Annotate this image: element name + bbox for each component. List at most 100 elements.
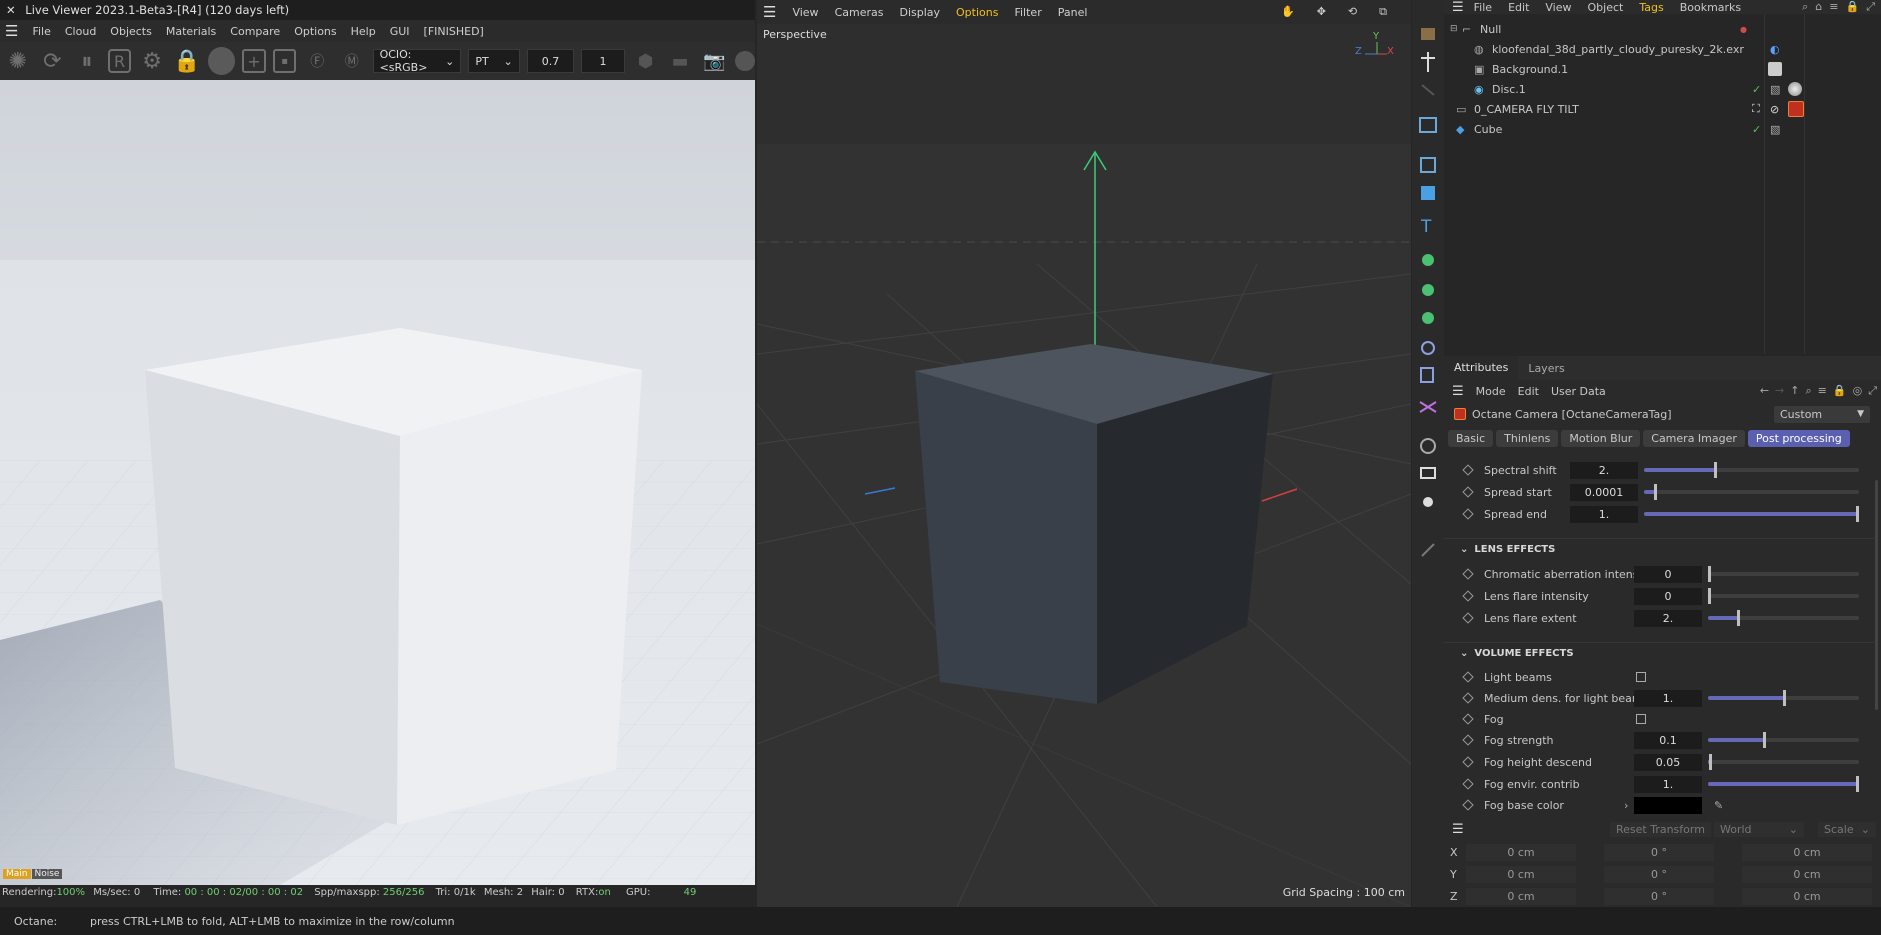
value-field-1[interactable]: 0.7 (526, 49, 575, 73)
octane-camera-tag-icon[interactable] (1788, 101, 1804, 117)
lock-icon[interactable]: 🔒 (173, 47, 201, 75)
enabled-check-icon[interactable]: ✓ (1752, 123, 1761, 136)
restart-icon[interactable]: ⟳ (39, 47, 67, 75)
om-menu-view[interactable]: View (1545, 1, 1571, 14)
slider-knob[interactable] (1737, 610, 1741, 626)
maximize-view-icon[interactable]: ⧉ (1379, 5, 1387, 19)
om-menu-file[interactable]: File (1474, 1, 1492, 14)
tab-attributes[interactable]: Attributes (1444, 356, 1519, 380)
enabled-check-icon[interactable]: ✓ (1752, 83, 1761, 96)
param-slider[interactable] (1708, 754, 1859, 770)
param-value-field[interactable]: 1. (1634, 775, 1702, 793)
object-row-sky[interactable]: ◍ kloofendal_38d_partly_cloudy_puresky_2… (1444, 39, 1881, 59)
tab-layers[interactable]: Layers (1518, 362, 1574, 375)
subtab-thinlens[interactable]: Thinlens (1496, 430, 1559, 447)
subtab-basic[interactable]: Basic (1448, 430, 1494, 447)
target-tag-icon[interactable]: ⛶ (1752, 102, 1760, 116)
generator-icon[interactable] (1422, 254, 1434, 266)
camera-object-icon[interactable] (1420, 467, 1436, 479)
slider-knob[interactable] (1713, 462, 1717, 478)
keyframe-icon[interactable] (1462, 590, 1474, 602)
model-mode-icon[interactable] (1421, 28, 1435, 40)
object-row-disc[interactable]: ◉ Disc.1 ✓ ▧ (1444, 79, 1881, 99)
keyframe-icon[interactable] (1462, 508, 1474, 520)
rotation-field[interactable]: 0 ° (1604, 844, 1714, 861)
object-row-camera[interactable]: ▭ 0_CAMERA FLY TILT ⛶ ⊘ (1444, 99, 1881, 119)
forward-arrow-icon[interactable]: → (1775, 384, 1784, 398)
hamburger-icon[interactable]: ☰ (1452, 0, 1464, 15)
tab-noise[interactable]: Noise (31, 869, 63, 879)
search-icon[interactable]: ⌕ (1805, 384, 1811, 398)
paint-icon[interactable] (1421, 543, 1435, 557)
object-row-background[interactable]: ▣ Background.1 (1444, 59, 1881, 79)
color-swatch[interactable] (1634, 796, 1702, 814)
scale-field[interactable]: 0 cm (1742, 844, 1872, 861)
value-field-2[interactable]: 1 (581, 49, 625, 73)
keyframe-icon[interactable] (1462, 713, 1474, 725)
slider-knob[interactable] (1782, 690, 1786, 706)
sphere-icon[interactable] (735, 51, 756, 71)
om-menu-edit[interactable]: Edit (1508, 1, 1529, 14)
eyedropper-icon[interactable]: ✎ (1714, 799, 1723, 812)
collapse-icon[interactable]: ⊟ (1450, 24, 1462, 34)
back-arrow-icon[interactable]: ← (1760, 384, 1769, 398)
camera-view-icon[interactable] (1419, 117, 1437, 133)
section-lens-effects[interactable]: ⌄ LENS EFFECTS (1444, 538, 1874, 560)
hexagon-icon[interactable]: ⬢ (632, 47, 660, 75)
field-icon[interactable] (1421, 341, 1435, 355)
region-render-icon[interactable]: R (107, 49, 132, 73)
scene-icon[interactable] (1420, 367, 1434, 383)
param-value-field[interactable]: 0 (1634, 565, 1702, 583)
material-picker-icon[interactable]: Ⓜ (338, 47, 366, 75)
cube-icon[interactable] (1421, 186, 1435, 200)
filter-icon[interactable]: ≡ (1829, 0, 1838, 14)
menu-gui[interactable]: GUI (390, 25, 410, 38)
film-region-icon[interactable]: ▪ (272, 49, 297, 73)
slider-knob[interactable] (1762, 732, 1766, 748)
param-slider[interactable] (1708, 732, 1859, 748)
menu-options[interactable]: Options (294, 25, 336, 38)
param-slider[interactable] (1644, 484, 1859, 500)
reset-transform-button[interactable]: Reset Transform (1610, 821, 1711, 837)
keyframe-icon[interactable] (1462, 756, 1474, 768)
position-field[interactable]: 0 cm (1466, 844, 1576, 861)
menu-objects[interactable]: Objects (110, 25, 152, 38)
subtab-motion-blur[interactable]: Motion Blur (1561, 430, 1641, 447)
home-icon[interactable]: ⌂ (1815, 0, 1822, 14)
keyframe-icon[interactable] (1462, 671, 1474, 683)
menu-file[interactable]: File (32, 25, 50, 38)
slider-knob[interactable] (1653, 484, 1657, 500)
vp-menu-display[interactable]: Display (899, 6, 940, 19)
param-value-field[interactable]: 1. (1570, 505, 1638, 523)
cube-outline-icon[interactable] (1420, 157, 1436, 173)
camera-icon[interactable]: 📷 (701, 47, 729, 75)
tag-contrast-icon[interactable]: ◐ (1770, 43, 1780, 56)
slider-knob[interactable] (1708, 754, 1712, 770)
tab-main[interactable]: Main (3, 869, 31, 879)
spline-icon[interactable] (1419, 401, 1437, 413)
param-value-field[interactable]: 0.05 (1634, 753, 1702, 771)
texture-tag-icon[interactable]: ▧ (1770, 83, 1780, 96)
deformer-icon[interactable] (1422, 312, 1434, 324)
om-menu-bookmarks[interactable]: Bookmarks (1680, 1, 1741, 14)
hamburger-icon[interactable]: ☰ (5, 22, 18, 40)
focus-picker-icon[interactable]: Ⓕ (303, 47, 331, 75)
lock-icon[interactable]: 🔒 (1845, 0, 1859, 14)
param-value-field[interactable]: 1. (1634, 689, 1702, 707)
scale-field[interactable]: 0 cm (1742, 888, 1872, 905)
hamburger-icon[interactable]: ☰ (1452, 384, 1464, 399)
position-field[interactable]: 0 cm (1466, 888, 1576, 905)
chevron-right-icon[interactable]: › (1624, 799, 1628, 812)
slider-knob[interactable] (1856, 776, 1859, 792)
rotation-field[interactable]: 0 ° (1604, 888, 1714, 905)
attr-menu-edit[interactable]: Edit (1518, 385, 1539, 398)
settings-gear-icon[interactable]: ⚙ (138, 47, 166, 75)
visibility-dots[interactable]: ● (1740, 25, 1747, 34)
keyframe-icon[interactable] (1462, 568, 1474, 580)
scrollbar[interactable] (1875, 480, 1878, 710)
menu-help[interactable]: Help (351, 25, 376, 38)
move-icon[interactable]: ✥ (1317, 5, 1326, 19)
mode-select[interactable]: Scale ⌄ (1818, 821, 1876, 837)
param-slider[interactable] (1708, 588, 1859, 604)
object-row-cube[interactable]: ◆ Cube ✓ ▧ (1444, 119, 1881, 139)
